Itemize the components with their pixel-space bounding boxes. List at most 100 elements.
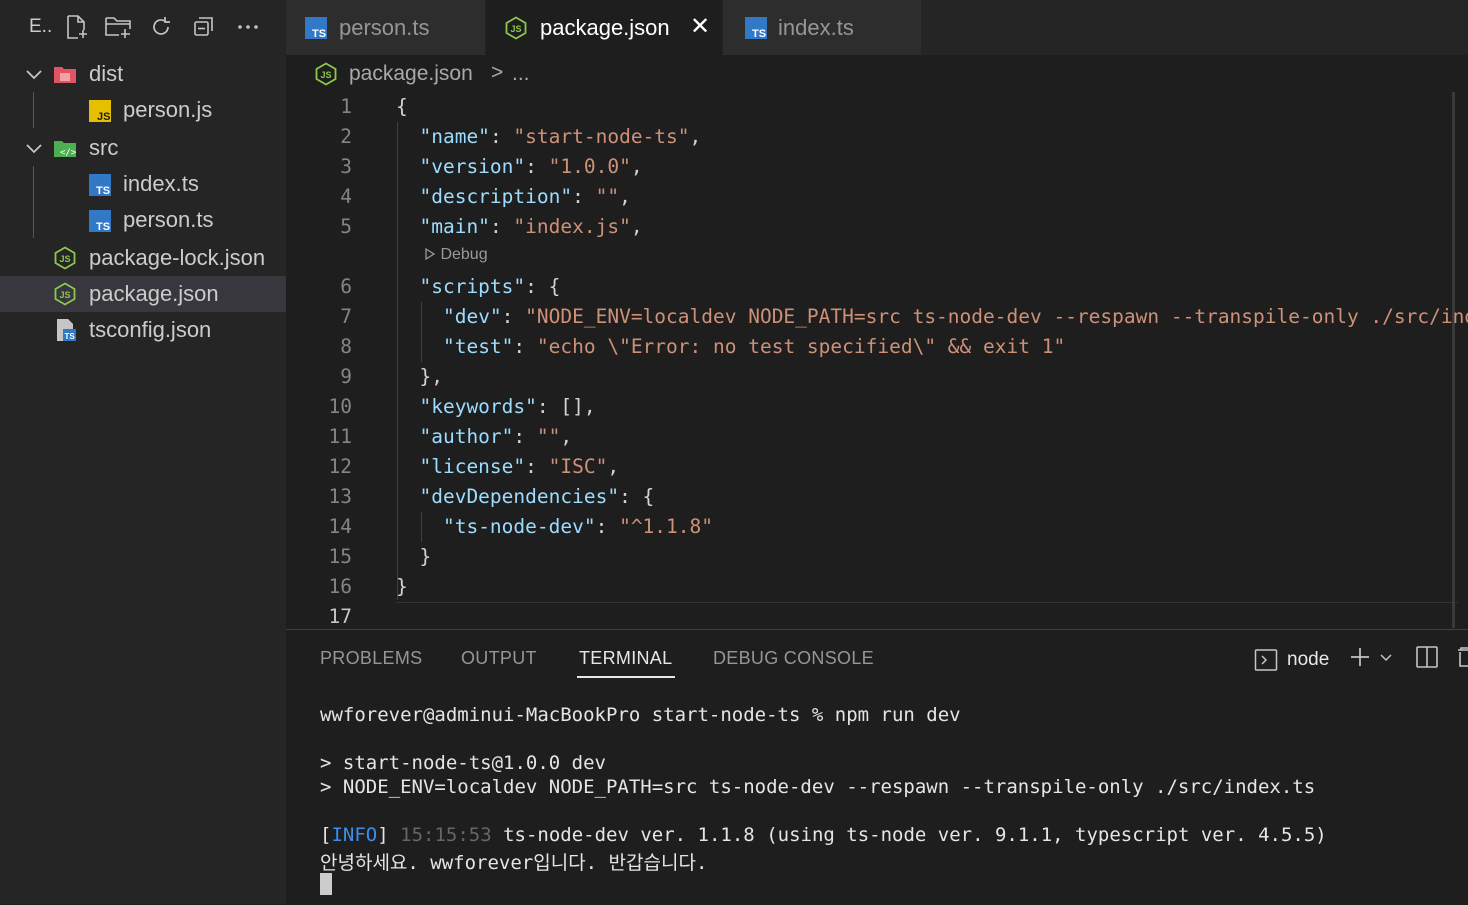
json-string: "ISC" xyxy=(548,455,608,478)
json-punctuation: : [], xyxy=(536,395,596,418)
chevron-down-icon xyxy=(26,70,42,80)
line-number: 1 xyxy=(340,95,352,118)
json-punctuation: : xyxy=(595,515,620,538)
tree-item-label: person.ts xyxy=(123,207,214,232)
tab-output[interactable]: OUTPUT xyxy=(461,648,537,669)
json-string: "start-node-ts" xyxy=(513,125,690,148)
json-string: "" xyxy=(595,185,620,208)
code-line: "main": "index.js", xyxy=(396,215,642,238)
tree-file-tsconfig-json[interactable]: TS tsconfig.json xyxy=(0,312,286,348)
code-line: "test": "echo \"Error: no test specified… xyxy=(396,335,1065,358)
split-icon[interactable] xyxy=(1415,645,1439,669)
tab-terminal[interactable]: TERMINAL xyxy=(579,648,672,669)
json-key: "keywords" xyxy=(419,395,537,418)
code-line: "scripts": { xyxy=(396,275,560,298)
line-number: 11 xyxy=(328,425,352,448)
json-punctuation: : xyxy=(501,305,526,328)
nodejs-icon: JS xyxy=(54,282,76,306)
json-key: "dev" xyxy=(442,305,502,328)
json-punctuation xyxy=(396,425,419,448)
line-number: 4 xyxy=(340,185,352,208)
tree-item-label: index.ts xyxy=(123,171,199,196)
svg-text:TS: TS xyxy=(752,28,766,40)
refresh-icon[interactable] xyxy=(146,12,176,42)
explorer-sidebar: E.. dist JS person.js </> src TS index.t… xyxy=(0,0,286,904)
json-punctuation: } xyxy=(396,575,408,598)
line-number: 17 xyxy=(328,605,352,628)
tab-label: person.ts xyxy=(339,14,430,40)
tree-file-index-ts[interactable]: TS index.ts xyxy=(0,166,286,202)
json-punctuation xyxy=(396,455,419,478)
json-punctuation: : { xyxy=(525,275,561,298)
line-number: 15 xyxy=(328,545,352,568)
breadcrumb: JS package.json > ... xyxy=(286,56,1468,92)
tsconfig-icon: TS xyxy=(57,319,76,341)
tree-folder-src[interactable]: </> src xyxy=(0,130,286,166)
plus-icon[interactable] xyxy=(1348,645,1372,669)
tab-person-ts[interactable]: TS person.ts xyxy=(286,0,485,55)
tab-problems[interactable]: PROBLEMS xyxy=(320,648,422,669)
chevron-down-icon[interactable] xyxy=(1378,650,1394,666)
breadcrumb-more[interactable]: ... xyxy=(512,62,530,86)
breadcrumb-file[interactable]: package.json xyxy=(349,62,473,86)
json-string: "NODE_ENV=localdev NODE_PATH=src ts-node… xyxy=(525,305,1468,328)
code-line: "description": "", xyxy=(396,185,631,208)
scrollbar[interactable] xyxy=(1452,92,1455,628)
json-punctuation xyxy=(396,215,419,238)
nodejs-icon: JS xyxy=(315,62,337,86)
terminal-prompt-line: wwforever@adminui-MacBookPro start-node-… xyxy=(320,704,961,726)
tree-file-package-lock-json[interactable]: JS package-lock.json xyxy=(0,240,286,276)
new-file-icon[interactable] xyxy=(61,12,91,42)
info-bracket: ] xyxy=(377,824,389,846)
json-punctuation: , xyxy=(689,125,702,148)
more-icon[interactable] xyxy=(233,12,263,42)
code-line: "version": "1.0.0", xyxy=(396,155,642,178)
tree-file-package-json[interactable]: JS package.json xyxy=(0,276,286,312)
json-punctuation: , xyxy=(560,425,573,448)
collapse-all-icon[interactable] xyxy=(189,12,219,42)
line-number: 6 xyxy=(340,275,352,298)
tree-file-person-js[interactable]: JS person.js xyxy=(0,92,286,128)
json-punctuation: , xyxy=(619,185,631,208)
json-punctuation: : xyxy=(525,155,549,178)
code-line: } xyxy=(396,545,431,568)
ts-file-icon: TS xyxy=(745,17,767,40)
json-punctuation: : xyxy=(489,215,514,238)
explorer-toolbar: E.. xyxy=(0,0,286,55)
editor-tabs: TS person.ts JS package.json ✕ TS index.… xyxy=(286,0,1468,55)
json-punctuation: } xyxy=(396,545,432,568)
line-number: 14 xyxy=(328,515,352,538)
json-punctuation: : xyxy=(572,185,596,208)
terminal-line: > NODE_ENV=localdev NODE_PATH=src ts-nod… xyxy=(320,776,1316,798)
svg-text:TS: TS xyxy=(96,221,110,233)
terminal-cursor xyxy=(320,873,332,895)
tab-debug-console[interactable]: DEBUG CONSOLE xyxy=(713,648,874,669)
terminal-output[interactable]: wwforever@adminui-MacBookPro start-node-… xyxy=(320,704,1327,874)
code-line: }, xyxy=(396,365,443,388)
tree-item-label: tsconfig.json xyxy=(89,317,212,342)
json-punctuation xyxy=(396,515,443,538)
terminal-icon[interactable] xyxy=(1254,648,1278,672)
json-punctuation xyxy=(396,485,419,508)
debug-codelens[interactable]: Debug xyxy=(424,246,488,264)
js-file-icon: JS xyxy=(89,100,111,123)
ts-file-icon: TS xyxy=(89,210,111,233)
folder-src-icon: </> xyxy=(54,141,77,158)
close-icon[interactable]: ✕ xyxy=(690,15,710,39)
tree-file-person-ts[interactable]: TS person.ts xyxy=(0,202,286,238)
terminal-name[interactable]: node xyxy=(1287,649,1329,671)
tree-folder-dist[interactable]: dist xyxy=(0,56,286,92)
tree-item-label: package-lock.json xyxy=(89,245,266,270)
info-message: ts-node-dev ver. 1.1.8 (using ts-node ve… xyxy=(503,824,1327,846)
tab-package-json[interactable]: JS package.json ✕ xyxy=(486,0,722,55)
code-editor[interactable]: Debug 1 {2 "name": "start-node-ts", 3 "ver… xyxy=(286,92,1468,628)
tab-index-ts[interactable]: TS index.ts xyxy=(723,0,921,55)
trash-icon[interactable] xyxy=(1456,645,1468,669)
json-string: "1.0.0" xyxy=(548,155,631,178)
debug-codelens-label: Debug xyxy=(440,246,488,263)
line-number: 16 xyxy=(328,575,352,598)
new-folder-icon[interactable] xyxy=(103,12,133,42)
code-line: "devDependencies": { xyxy=(396,485,654,508)
info-bracket: [ xyxy=(320,824,332,846)
code-line: "dev": "NODE_ENV=localdev NODE_PATH=src … xyxy=(396,305,1468,328)
